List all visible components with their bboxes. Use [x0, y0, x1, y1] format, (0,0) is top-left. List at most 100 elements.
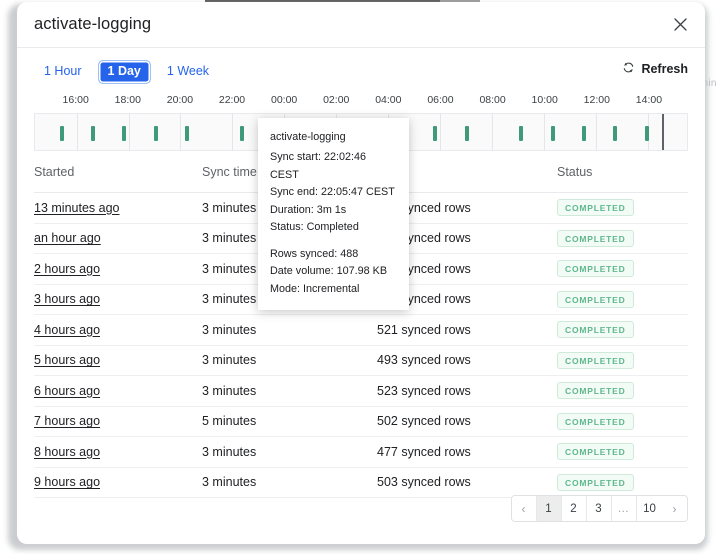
- sync-history-modal: activate-logging 1 Hour 1 Day 1 Week: [17, 2, 705, 544]
- close-icon[interactable]: [665, 9, 695, 39]
- timeline-sync-bar[interactable]: [582, 126, 586, 141]
- cell-started: an hour ago: [34, 231, 202, 245]
- status-badge: COMPLETED: [557, 474, 634, 491]
- table-row[interactable]: 8 hours ago 3 minutes477 synced rowsCOMPL…: [34, 437, 688, 468]
- started-link[interactable]: 6 hours ago: [34, 384, 100, 398]
- timeline-sync-bar[interactable]: [154, 126, 158, 141]
- status-badge: COMPLETED: [557, 260, 634, 277]
- cell-rows: 493 synced rows: [377, 353, 557, 367]
- timeline-sync-bar[interactable]: [465, 126, 469, 141]
- started-link[interactable]: 3 hours ago: [34, 292, 100, 306]
- status-badge: COMPLETED: [557, 352, 634, 369]
- timeline-sync-bar[interactable]: [60, 126, 64, 141]
- tooltip-rows-synced: Rows synced: 488: [270, 246, 397, 263]
- range-tab-1-hour[interactable]: 1 Hour: [34, 60, 92, 84]
- refresh-icon: [622, 61, 635, 77]
- cell-status: COMPLETED: [557, 352, 688, 369]
- screen-root: inin activate-logging 1 Hour 1 Day 1 Wee…: [0, 0, 720, 554]
- cell-status: COMPLETED: [557, 413, 688, 430]
- timeline-tick-label: 00:00: [271, 94, 297, 106]
- status-badge: COMPLETED: [557, 413, 634, 430]
- table-row[interactable]: 7 hours ago5 minutes502 synced rowsCOMPL…: [34, 407, 688, 438]
- timeline-tick-label: 18:00: [115, 94, 141, 106]
- pagination-page-1[interactable]: 1: [537, 496, 562, 521]
- cell-rows: 477 synced rows: [377, 445, 557, 459]
- timeline-tick-label: 14:00: [636, 94, 662, 106]
- cell-started: 8 hours ago: [34, 445, 202, 459]
- cell-rows: 521 synced rows: [377, 323, 557, 337]
- timeline-gridline: [544, 114, 545, 150]
- timeline-gridline: [440, 114, 441, 150]
- table-row[interactable]: 4 hours ago3 minutes521 synced rowsCOMPL…: [34, 315, 688, 346]
- pagination-ellipsis: …: [612, 496, 638, 521]
- cell-sync-time: 3 minutes: [202, 384, 377, 398]
- chevron-left-icon[interactable]: ‹: [512, 496, 537, 521]
- started-link[interactable]: an hour ago: [34, 231, 101, 245]
- started-link[interactable]: 8 hours ago: [34, 445, 100, 459]
- pagination-page-10[interactable]: 10: [637, 496, 662, 521]
- timeline-tick-label: 06:00: [427, 94, 453, 106]
- timeline-sync-bar[interactable]: [519, 126, 523, 141]
- timeline-sync-bar[interactable]: [645, 126, 649, 141]
- table-row[interactable]: 5 hours ago 3 minutes493 synced rowsCOMPL…: [34, 346, 688, 377]
- refresh-button[interactable]: Refresh: [622, 61, 688, 77]
- cell-sync-time: 3 minutes: [202, 353, 377, 367]
- cell-status: COMPLETED: [557, 443, 688, 460]
- timeline-sync-bar[interactable]: [613, 126, 617, 141]
- cell-sync-time: 3 minutes: [202, 475, 377, 489]
- timeline-tick-label: 02:00: [323, 94, 349, 106]
- status-badge: COMPLETED: [557, 382, 634, 399]
- timeline-sync-bar[interactable]: [551, 126, 555, 141]
- started-link[interactable]: 4 hours ago: [34, 323, 100, 337]
- timeline-tick-labels: 16:0018:0020:0022:0000:0002:0004:0006:00…: [34, 94, 688, 110]
- cell-status: COMPLETED: [557, 382, 688, 399]
- started-link[interactable]: 2 hours ago: [34, 262, 100, 276]
- tooltip-status: Status: Completed: [270, 219, 397, 236]
- table-row[interactable]: 9 hours ago 3 minutes503 synced rowsCOMPL…: [34, 468, 688, 499]
- timeline-tick-label: 04:00: [375, 94, 401, 106]
- tooltip-spacer: [270, 237, 397, 246]
- started-link[interactable]: 7 hours ago: [34, 414, 100, 428]
- started-link[interactable]: 5 hours ago: [34, 353, 100, 367]
- range-tab-1-day[interactable]: 1 Day: [98, 60, 151, 84]
- cell-started: 5 hours ago: [34, 353, 202, 367]
- page-title: activate-logging: [34, 15, 151, 34]
- cell-started: 7 hours ago: [34, 414, 202, 428]
- cell-rows: 503 synced rows: [377, 475, 557, 489]
- timeline-sync-bar[interactable]: [91, 126, 95, 141]
- pagination: ‹ 123…10 ›: [511, 495, 689, 522]
- status-badge: COMPLETED: [557, 199, 634, 216]
- sync-detail-tooltip: activate-logging Sync start: 22:02:46 CE…: [258, 118, 409, 310]
- cell-sync-time: 3 minutes: [202, 445, 377, 459]
- timeline-gridline: [180, 114, 181, 150]
- cell-started: 13 minutes ago: [34, 201, 202, 215]
- table-row[interactable]: 6 hours ago 3 minutes523 synced rowsCOMPL…: [34, 376, 688, 407]
- chevron-right-icon[interactable]: ›: [662, 496, 687, 521]
- timeline-tick-label: 10:00: [532, 94, 558, 106]
- pagination-page-2[interactable]: 2: [562, 496, 587, 521]
- status-badge: COMPLETED: [557, 321, 634, 338]
- timeline-sync-bar[interactable]: [240, 126, 244, 141]
- cell-rows: 523 synced rows: [377, 384, 557, 398]
- timeline-tick-label: 08:00: [479, 94, 505, 106]
- cell-sync-time: 5 minutes: [202, 414, 377, 428]
- timeline-sync-bar[interactable]: [122, 126, 126, 141]
- cell-status: COMPLETED: [557, 230, 688, 247]
- cell-status: COMPLETED: [557, 321, 688, 338]
- timeline-sync-bar[interactable]: [185, 126, 189, 141]
- column-header-started: Started: [34, 165, 202, 179]
- tooltip-duration: Duration: 3m 1s: [270, 202, 397, 219]
- range-tab-1-week[interactable]: 1 Week: [157, 60, 219, 84]
- timeline-sync-bar[interactable]: [433, 126, 437, 141]
- refresh-label: Refresh: [641, 62, 688, 76]
- started-link[interactable]: 9 hours ago: [34, 475, 100, 489]
- status-badge: COMPLETED: [557, 443, 634, 460]
- modal-header: activate-logging: [17, 2, 705, 48]
- started-link[interactable]: 13 minutes ago: [34, 201, 119, 215]
- tooltip-title: activate-logging: [270, 129, 397, 146]
- pagination-page-3[interactable]: 3: [587, 496, 612, 521]
- timerange-controls: 1 Hour 1 Day 1 Week Refresh: [34, 60, 688, 84]
- timeline-tick-label: 16:00: [63, 94, 89, 106]
- timeline-tick-label: 22:00: [219, 94, 245, 106]
- timeline-gridline: [129, 114, 130, 150]
